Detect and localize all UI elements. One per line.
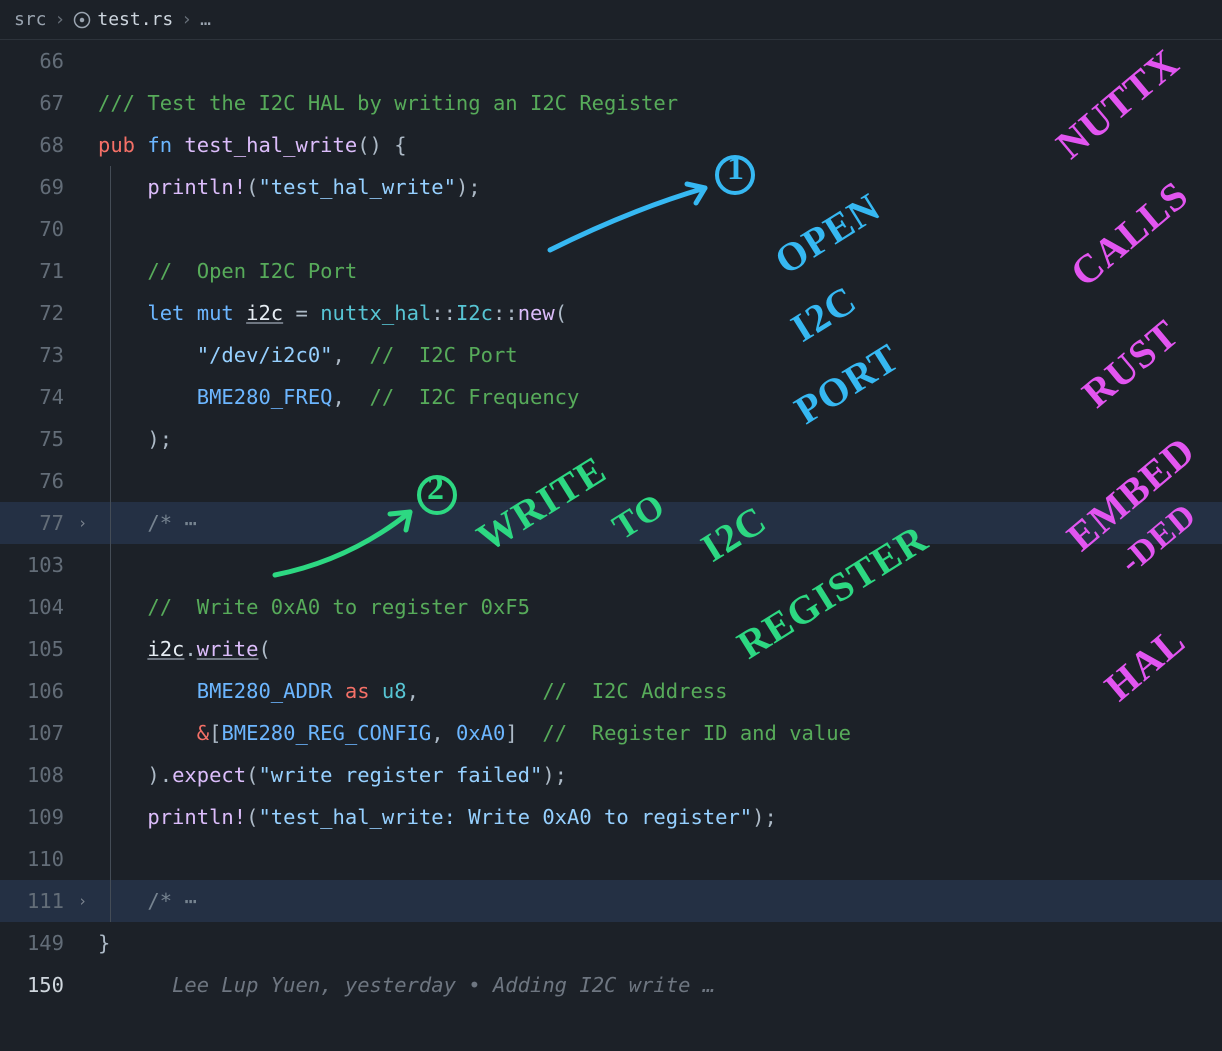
code-line: 66 <box>0 40 1222 82</box>
chevron-right-icon: › <box>181 9 192 30</box>
line-number: 110 <box>0 847 78 871</box>
code-line: 150 Lee Lup Yuen, yesterday • Adding I2C… <box>0 964 1222 1006</box>
line-number: 69 <box>0 175 78 199</box>
code-line: 70 <box>0 208 1222 250</box>
code-line: 68pub fn test_hal_write() { <box>0 124 1222 166</box>
line-number: 149 <box>0 931 78 955</box>
line-number: 104 <box>0 595 78 619</box>
git-blame-lens: Lee Lup Yuen, yesterday • Adding I2C wri… <box>172 973 715 997</box>
code-line: 106 BME280_ADDR as u8, // I2C Address <box>0 670 1222 712</box>
code-line: 67/// Test the I2C HAL by writing an I2C… <box>0 82 1222 124</box>
breadcrumb-folder[interactable]: src <box>14 9 47 30</box>
line-number: 66 <box>0 49 78 73</box>
line-number: 103 <box>0 553 78 577</box>
line-number: 108 <box>0 763 78 787</box>
line-number: 106 <box>0 679 78 703</box>
line-number: 67 <box>0 91 78 115</box>
code-line: 69 println!("test_hal_write"); <box>0 166 1222 208</box>
code-line: 103 <box>0 544 1222 586</box>
fold-chevron-icon[interactable]: › <box>78 892 98 910</box>
line-number: 71 <box>0 259 78 283</box>
code-line: 109 println!("test_hal_write: Write 0xA0… <box>0 796 1222 838</box>
code-line: 110 <box>0 838 1222 880</box>
breadcrumb-file[interactable]: test.rs <box>97 9 173 30</box>
editor[interactable]: 66 67/// Test the I2C HAL by writing an … <box>0 40 1222 1006</box>
code-line: 72 let mut i2c = nuttx_hal::I2c::new( <box>0 292 1222 334</box>
code-line-folded: 111› /* ⋯ <box>0 880 1222 922</box>
rust-icon <box>73 11 91 29</box>
code-line: 76 <box>0 460 1222 502</box>
breadcrumb-symbol[interactable]: … <box>200 9 212 30</box>
code-line: 107 &[BME280_REG_CONFIG, 0xA0] // Regist… <box>0 712 1222 754</box>
line-number: 107 <box>0 721 78 745</box>
code-line: 105 i2c.write( <box>0 628 1222 670</box>
code-line: 104 // Write 0xA0 to register 0xF5 <box>0 586 1222 628</box>
line-number: 77 <box>0 511 78 535</box>
line-number: 76 <box>0 469 78 493</box>
line-number: 72 <box>0 301 78 325</box>
code-line: 108 ).expect("write register failed"); <box>0 754 1222 796</box>
breadcrumb[interactable]: src › test.rs › … <box>0 0 1222 40</box>
line-number: 73 <box>0 343 78 367</box>
chevron-right-icon: › <box>55 9 66 30</box>
line-number: 68 <box>0 133 78 157</box>
line-number: 111 <box>0 889 78 913</box>
code-line: 74 BME280_FREQ, // I2C Frequency <box>0 376 1222 418</box>
code-line: 73 "/dev/i2c0", // I2C Port <box>0 334 1222 376</box>
fold-chevron-icon[interactable]: › <box>78 514 98 532</box>
line-number: 74 <box>0 385 78 409</box>
code-line: 71 // Open I2C Port <box>0 250 1222 292</box>
line-number: 75 <box>0 427 78 451</box>
line-number: 105 <box>0 637 78 661</box>
line-number: 70 <box>0 217 78 241</box>
line-number: 109 <box>0 805 78 829</box>
code-line: 75 ); <box>0 418 1222 460</box>
code-line: 149} <box>0 922 1222 964</box>
line-number: 150 <box>0 973 78 997</box>
code-line-folded: 77› /* ⋯ <box>0 502 1222 544</box>
